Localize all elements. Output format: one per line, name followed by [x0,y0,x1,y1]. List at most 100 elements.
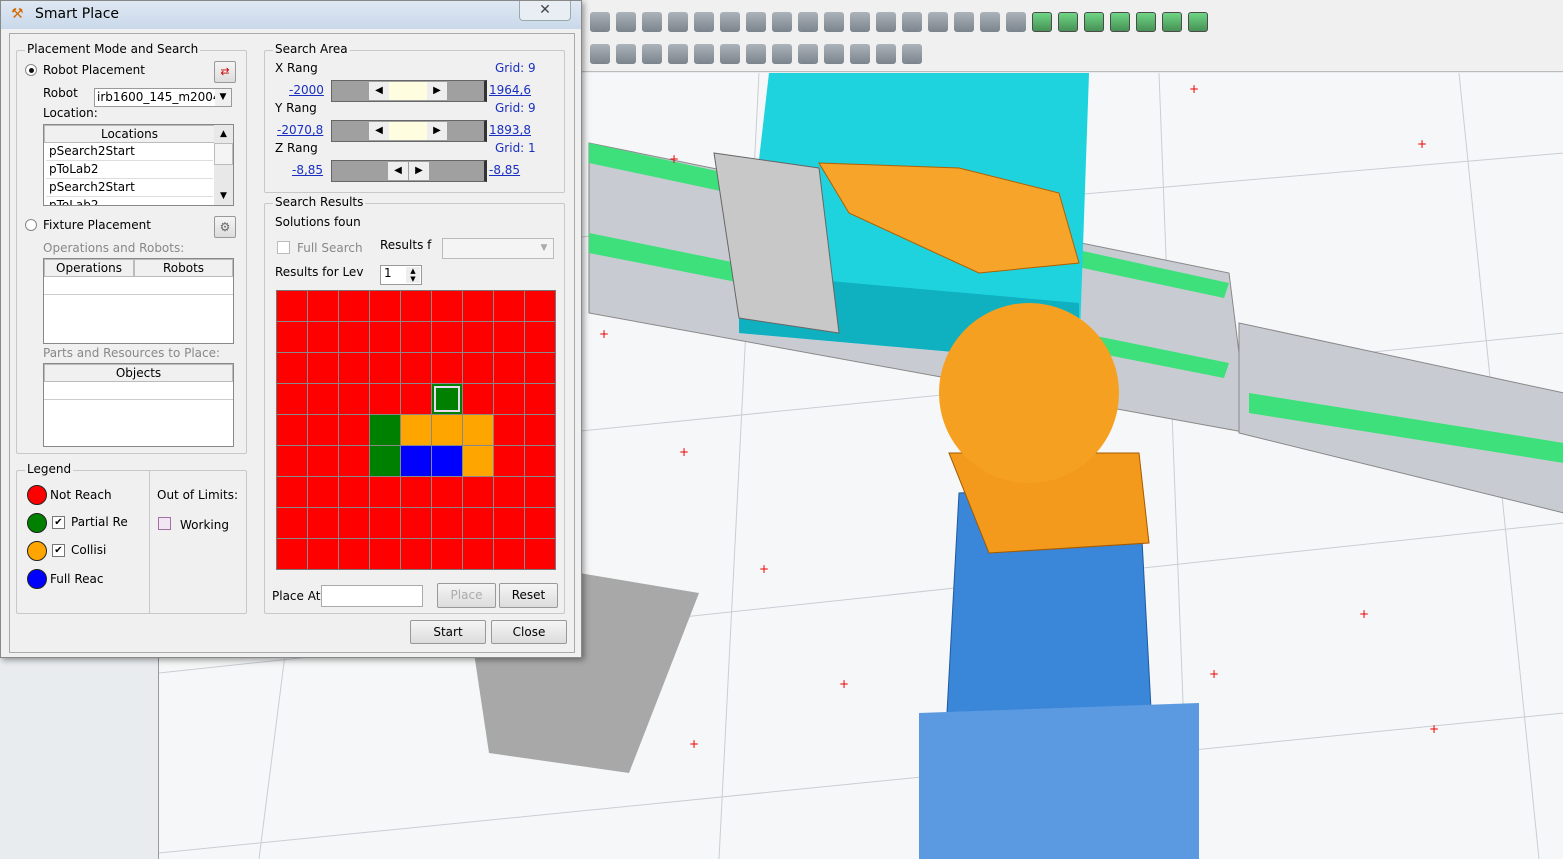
toolbar-tool-icon[interactable] [668,12,688,32]
toolbar-tool-icon[interactable] [720,12,740,32]
grid-cell-not-reach[interactable] [432,322,462,352]
full-search-checkbox[interactable] [277,241,290,254]
grid-cell-not-reach[interactable] [432,353,462,383]
grid-cell-not-reach[interactable] [339,415,369,445]
grid-cell-not-reach[interactable] [277,384,307,414]
results-for-select[interactable]: ▼ [442,238,554,259]
grid-cell-not-reach[interactable] [277,477,307,507]
toolbar-tool-icon[interactable] [798,12,818,32]
toolbar-tool-icon[interactable] [772,44,792,64]
grid-cell-not-reach[interactable] [308,539,338,569]
toolbar-tool-icon[interactable] [746,12,766,32]
grid-cell-not-reach[interactable] [494,353,524,383]
robot-select[interactable]: irb1600_145_m2004 ▼ [94,88,232,107]
toolbar-tool-icon[interactable] [1136,12,1156,32]
grid-cell-not-reach[interactable] [370,322,400,352]
window-close-button[interactable]: ✕ [519,1,571,21]
toolbar-tool-icon[interactable] [1006,12,1026,32]
grid-cell-not-reach[interactable] [525,446,555,476]
grid-cell-not-reach[interactable] [308,477,338,507]
grid-cell-not-reach[interactable] [277,539,307,569]
grid-cell-not-reach[interactable] [401,477,431,507]
grid-cell-full-reach[interactable] [432,446,462,476]
grid-cell-collision[interactable] [432,415,462,445]
location-row[interactable]: pSearch2Start [46,179,213,197]
z-range-slider[interactable]: ◀ ▶ [331,160,487,182]
grid-cell-not-reach[interactable] [463,384,493,414]
grid-cell-not-reach[interactable] [277,415,307,445]
toolbar-tool-icon[interactable] [876,44,896,64]
grid-cell-not-reach[interactable] [308,291,338,321]
grid-cell-not-reach[interactable] [277,291,307,321]
toolbar-tool-icon[interactable] [746,44,766,64]
grid-cell-not-reach[interactable] [370,291,400,321]
grid-cell-not-reach[interactable] [494,508,524,538]
toolbar-tool-icon[interactable] [902,44,922,64]
grid-cell-not-reach[interactable] [525,353,555,383]
grid-cell-not-reach[interactable] [401,291,431,321]
location-row[interactable]: pSearch2Start [46,143,213,161]
grid-cell-not-reach[interactable] [432,508,462,538]
toolbar-tool-icon[interactable] [590,44,610,64]
toolbar-tool-icon[interactable] [772,12,792,32]
grid-cell-not-reach[interactable] [494,291,524,321]
robots-header[interactable]: Robots [134,259,233,277]
grid-cell-not-reach[interactable] [277,446,307,476]
partial-reach-checkbox[interactable]: ✔ [52,516,65,529]
grid-cell-not-reach[interactable] [463,508,493,538]
toolbar-tool-icon[interactable] [720,44,740,64]
toolbar-tool-icon[interactable] [824,12,844,32]
location-row[interactable]: pToLab2 [46,197,213,205]
grid-cell-not-reach[interactable] [401,508,431,538]
grid-cell-not-reach[interactable] [339,291,369,321]
grid-cell-not-reach[interactable] [370,353,400,383]
x-range-slider[interactable]: ◀ ▶ [331,80,487,102]
grid-cell-not-reach[interactable] [494,477,524,507]
toolbar-tool-icon[interactable] [1188,12,1208,32]
grid-cell-not-reach[interactable] [339,384,369,414]
toolbar-tool-icon[interactable] [798,44,818,64]
grid-cell-not-reach[interactable] [277,353,307,383]
operations-header[interactable]: Operations [44,259,134,277]
toolbar-tool-icon[interactable] [694,12,714,32]
toolbar-tool-icon[interactable] [980,12,1000,32]
toolbar-tool-icon[interactable] [590,12,610,32]
results-level-spinner[interactable]: 1 ▲ ▼ [380,265,422,285]
grid-cell-not-reach[interactable] [339,508,369,538]
grid-cell-not-reach[interactable] [277,508,307,538]
grid-cell-not-reach[interactable] [494,446,524,476]
grid-cell-not-reach[interactable] [339,353,369,383]
robot-placement-radio[interactable] [25,64,37,76]
grid-cell-not-reach[interactable] [339,322,369,352]
toolbar-tool-icon[interactable] [824,44,844,64]
grid-cell-not-reach[interactable] [494,415,524,445]
place-button[interactable]: Place [437,583,496,608]
location-row[interactable]: pToLab2 [46,161,213,179]
fixture-placement-settings-button[interactable]: ⚙ [214,216,236,238]
toolbar-tool-icon[interactable] [1110,12,1130,32]
grid-cell-not-reach[interactable] [308,322,338,352]
toolbar-tool-icon[interactable] [954,12,974,32]
x-max-link[interactable]: 1964,6 [489,83,531,97]
grid-cell-not-reach[interactable] [401,322,431,352]
grid-cell-not-reach[interactable] [432,539,462,569]
grid-cell-not-reach[interactable] [339,539,369,569]
objects-header[interactable]: Objects [44,364,233,382]
grid-cell-not-reach[interactable] [463,539,493,569]
grid-cell-not-reach[interactable] [463,291,493,321]
grid-cell-not-reach[interactable] [401,384,431,414]
grid-cell-collision[interactable] [401,415,431,445]
toolbar-tool-icon[interactable] [1084,12,1104,32]
toolbar-tool-icon[interactable] [616,12,636,32]
toolbar-tool-icon[interactable] [850,12,870,32]
grid-cell-not-reach[interactable] [370,384,400,414]
grid-cell-not-reach[interactable] [308,384,338,414]
grid-cell-not-reach[interactable] [494,322,524,352]
grid-cell-not-reach[interactable] [308,446,338,476]
grid-cell-not-reach[interactable] [525,539,555,569]
grid-cell-not-reach[interactable] [308,415,338,445]
z-max-link[interactable]: -8,85 [489,163,520,177]
grid-cell-not-reach[interactable] [525,291,555,321]
toolbar-tool-icon[interactable] [616,44,636,64]
locations-scrollbar[interactable]: ▲ ▼ [214,125,233,205]
